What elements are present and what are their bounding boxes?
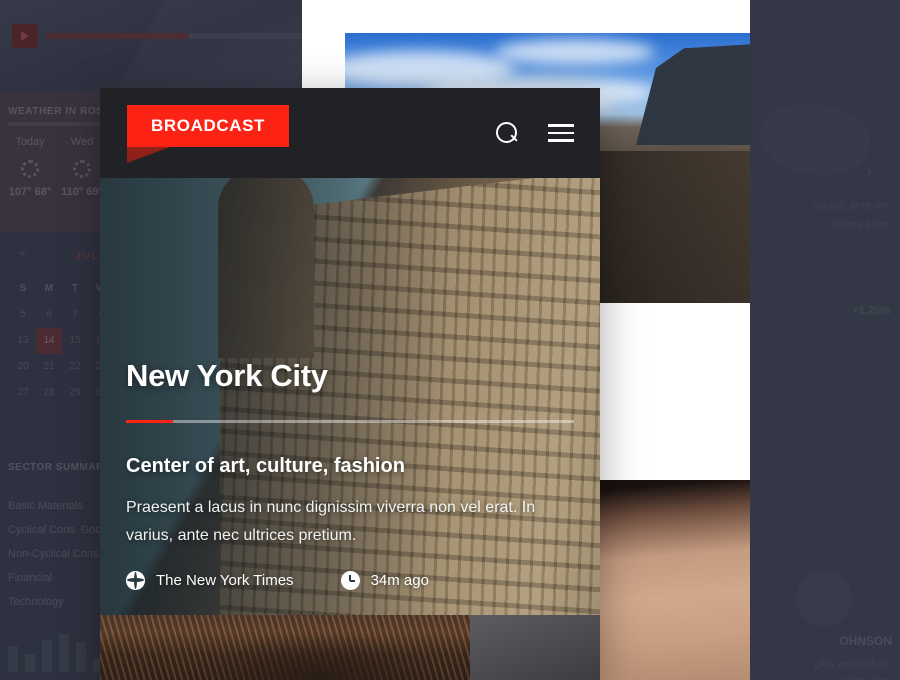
menu-line	[548, 124, 574, 127]
calendar-weekday-row: S M T W	[10, 276, 114, 302]
menu-line	[548, 131, 574, 135]
sector-summary-title: SECTOR SUMMARY	[8, 462, 111, 473]
sector-row[interactable]: Non-Cyclical Cons.	[8, 548, 102, 560]
source-label: The New York Times	[156, 572, 294, 590]
calendar-day[interactable]: 7	[62, 302, 88, 328]
background-video-player[interactable]	[0, 0, 302, 92]
calendar-week-row: 20 21 22 23	[10, 354, 114, 380]
calendar-day[interactable]: 6	[36, 302, 62, 328]
sun-icon	[21, 160, 39, 178]
play-icon[interactable]	[12, 24, 38, 48]
background-bar-chart	[8, 620, 108, 672]
background-wall	[470, 615, 600, 680]
page-title: New York City	[126, 358, 328, 393]
hamburger-menu-icon[interactable]	[548, 119, 574, 147]
hero-photo-area[interactable]: New York City Center of art, culture, fa…	[100, 178, 600, 680]
hero-text-block: New York City Center of art, culture, fa…	[126, 358, 580, 591]
calendar-day[interactable]: 21	[36, 354, 62, 380]
right-excerpt-line: ultrices justo.	[827, 219, 892, 231]
calendar-weekday: M	[44, 283, 54, 294]
sector-row[interactable]: Financial	[8, 572, 52, 584]
calendar-day[interactable]: 15	[62, 328, 88, 354]
sun-icon	[73, 160, 91, 178]
author-excerpt-line: sollicitudint.	[835, 676, 892, 680]
menu-line	[548, 139, 574, 142]
plus-icon[interactable]: +	[18, 246, 27, 264]
calendar-day-selected[interactable]: 14	[36, 328, 62, 354]
broadcast-hero-card: BROADCAST New York City Center of art, c…	[100, 88, 600, 680]
time-label: 34m ago	[370, 572, 429, 590]
video-diagonal-accent	[118, 0, 302, 92]
sector-row[interactable]: Technology	[8, 596, 64, 608]
globe-icon	[126, 571, 145, 591]
bar	[42, 640, 52, 672]
calendar-day[interactable]: 22	[62, 354, 88, 380]
right-excerpt-line: varius, ante nec	[814, 200, 892, 212]
calendar-day[interactable]: 28	[36, 380, 62, 406]
sector-row[interactable]: Basic Materials	[8, 500, 83, 512]
bar	[76, 642, 86, 672]
curly-hair-portrait-photo[interactable]	[100, 615, 600, 680]
author-excerpt-line: gilla vestibulum,	[813, 658, 892, 670]
time-meta: 34m ago	[340, 571, 429, 591]
calendar-week-row: 13 14 15 16	[10, 328, 114, 354]
divider-accent	[126, 420, 173, 423]
avatar	[796, 570, 852, 626]
change-percent-badge: +1.25%	[852, 305, 890, 317]
broadcast-logo[interactable]: BROADCAST	[127, 105, 290, 147]
weather-column-today: Today 107° 68°	[4, 136, 56, 198]
sector-row[interactable]: Cyclical Cons. Goods	[8, 524, 113, 536]
calendar-day[interactable]: 27	[10, 380, 36, 406]
calendar-grid: S M T W 5 6 7 8 13 14 15 16 20 21 22 2	[10, 276, 114, 406]
weather-temps: 107° 68°	[8, 186, 52, 198]
calendar-week-row: 5 6 7 8	[10, 302, 114, 328]
calendar-day[interactable]: 13	[10, 328, 36, 354]
author-name: OHNSON	[839, 634, 892, 648]
calendar-weekday: T	[71, 283, 79, 294]
search-icon[interactable]	[496, 122, 518, 144]
calendar-day[interactable]: 20	[10, 354, 36, 380]
bar	[25, 654, 35, 672]
bar	[8, 646, 18, 672]
chevron-right-icon[interactable]: ›	[865, 160, 872, 183]
weather-day-label: Today	[15, 136, 45, 148]
calendar-day[interactable]: 5	[10, 302, 36, 328]
hero-body-text: Praesent a lacus in nunc dignissim viver…	[126, 499, 536, 544]
calendar-weekday: S	[19, 283, 27, 294]
calendar-week-row: 27 28 29 30	[10, 380, 114, 406]
video-progress-bar[interactable]	[46, 33, 302, 39]
hero-top-bar: BROADCAST	[100, 88, 600, 178]
hero-meta-row: The New York Times 34m ago	[126, 571, 580, 591]
clock-icon	[340, 571, 360, 591]
calendar-day[interactable]: 29	[62, 380, 88, 406]
source-meta[interactable]: The New York Times	[126, 571, 294, 591]
bar	[59, 634, 69, 672]
hero-bar-actions	[496, 88, 574, 178]
logo-ribbon-tail	[127, 147, 170, 163]
cloud	[495, 39, 655, 65]
title-divider	[126, 420, 574, 423]
hero-subtitle: Center of art, culture, fashion	[126, 455, 405, 477]
video-progress-fill	[46, 33, 189, 39]
